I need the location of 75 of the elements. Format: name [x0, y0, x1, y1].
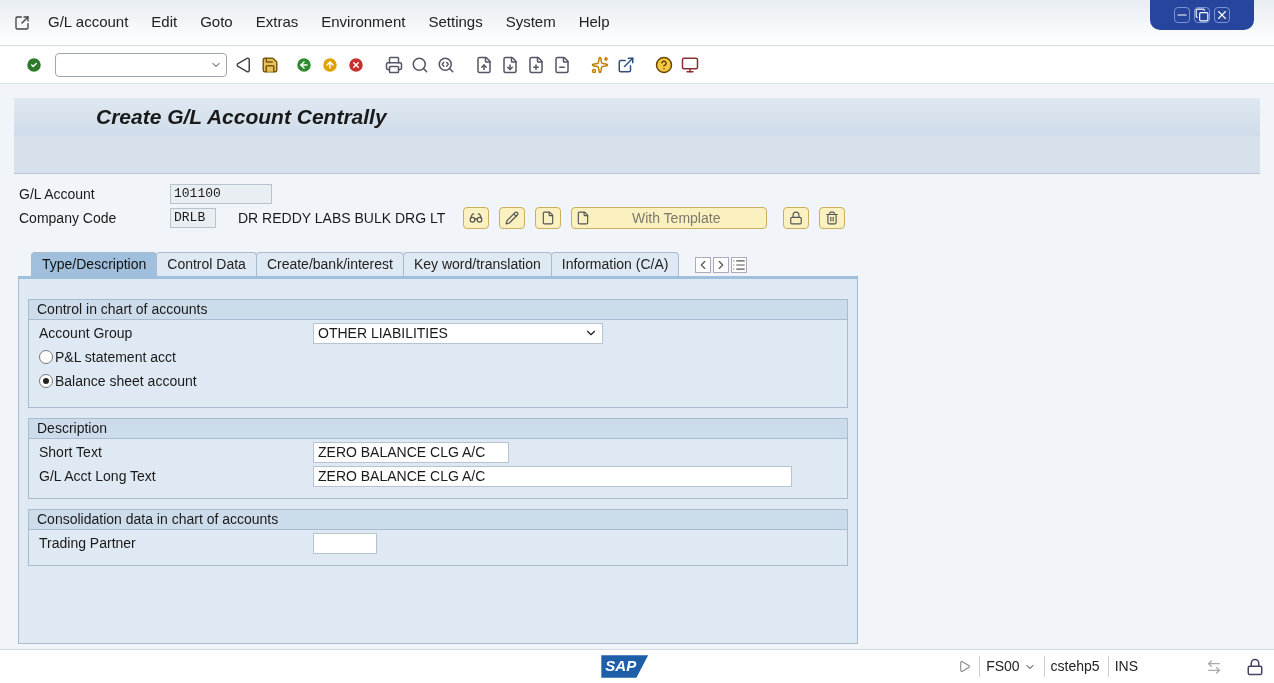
input-field[interactable]: DRLB [170, 208, 216, 228]
input-field[interactable]: ZERO BALANCE CLG A/C [313, 441, 509, 463]
tab[interactable]: Control Data [156, 252, 257, 276]
insert-mode: INS [1107, 656, 1198, 677]
radio-button[interactable] [39, 350, 53, 364]
page-plus-icon[interactable] [527, 55, 545, 74]
page-icon [576, 211, 591, 225]
glasses-icon [469, 211, 484, 225]
printer-icon[interactable] [385, 55, 403, 74]
find-icon[interactable] [411, 55, 429, 74]
menu-icon[interactable] [14, 14, 30, 31]
screen-title: Create G/L Account Centrally [96, 104, 387, 131]
group-title: Consolidation data in chart of accounts [29, 510, 847, 530]
field-label: Trading Partner [39, 533, 137, 553]
menu-item[interactable]: Environment [321, 11, 406, 34]
system-name: cstehp5 [1043, 656, 1100, 677]
check-icon[interactable] [25, 55, 43, 74]
input-field[interactable]: ZERO BALANCE CLG A/C [313, 465, 792, 487]
restore-icon[interactable] [1194, 7, 1210, 23]
page-icon [541, 211, 556, 225]
radio-label: P&L statement acct [55, 347, 176, 367]
transaction-code[interactable]: FS00 [979, 656, 1020, 677]
menu-item[interactable]: Settings [428, 11, 483, 34]
radio-button[interactable] [39, 374, 53, 388]
save-icon[interactable] [261, 55, 279, 74]
close-icon[interactable] [1214, 7, 1230, 23]
expand-icon[interactable] [958, 660, 972, 673]
scroll-left-icon[interactable] [695, 257, 712, 273]
monitor-icon[interactable] [681, 55, 699, 74]
tab[interactable]: Create/bank/interest [255, 252, 404, 276]
dropdown-field[interactable]: OTHER LIABILITIES [313, 322, 603, 344]
menu-item[interactable]: G/L account [48, 11, 129, 34]
field-label: Account Group [39, 323, 134, 343]
display-button[interactable] [463, 207, 490, 229]
scroll-right-icon[interactable] [713, 257, 730, 273]
cancel-icon[interactable] [347, 55, 365, 74]
tab[interactable]: Key word/translation [402, 252, 552, 276]
triangle-left-icon[interactable] [235, 55, 253, 74]
menu-item[interactable]: System [505, 11, 556, 34]
input-field[interactable] [313, 532, 377, 554]
delete-button[interactable] [819, 207, 846, 229]
edit-button[interactable] [499, 207, 526, 229]
lock-icon[interactable] [1246, 657, 1264, 676]
lock-icon [789, 211, 804, 225]
tab[interactable]: Type/Description [31, 252, 158, 276]
input-field[interactable]: 101100 [170, 184, 272, 204]
radio-label: Balance sheet account [55, 371, 197, 391]
page-up-icon[interactable] [475, 55, 493, 74]
tab-list-icon[interactable] [731, 257, 748, 273]
menu-item[interactable]: Goto [200, 11, 233, 34]
group-title: Description [29, 419, 847, 439]
template-button[interactable]: With Template [571, 207, 768, 229]
field-label: Short Text [39, 442, 103, 462]
sparkle-icon[interactable] [591, 55, 609, 74]
command-field[interactable] [55, 52, 227, 77]
menu-item[interactable]: Extras [255, 11, 299, 34]
field-label: G/L Account [19, 184, 96, 204]
page-minus-icon[interactable] [553, 55, 571, 74]
new-button[interactable] [535, 207, 562, 229]
lock-button[interactable] [783, 207, 810, 229]
page-down-icon[interactable] [501, 55, 519, 74]
menu-item[interactable]: Help [578, 11, 610, 34]
company-name: DR REDDY LABS BULK DRG LT [238, 208, 446, 228]
trash-icon [825, 211, 840, 225]
tab[interactable]: Information (C/A) [550, 252, 680, 276]
window-icon[interactable] [617, 55, 635, 74]
minimize-icon[interactable] [1174, 7, 1190, 23]
pencil-icon [505, 211, 520, 225]
field-label: Company Code [19, 208, 118, 228]
group-title: Control in chart of accounts [29, 300, 847, 320]
menu-item[interactable]: Edit [151, 11, 178, 34]
help-icon[interactable] [655, 55, 673, 74]
sap-logo: SAP [601, 655, 649, 678]
field-label: G/L Acct Long Text [39, 466, 157, 486]
find-next-icon[interactable] [437, 55, 455, 74]
